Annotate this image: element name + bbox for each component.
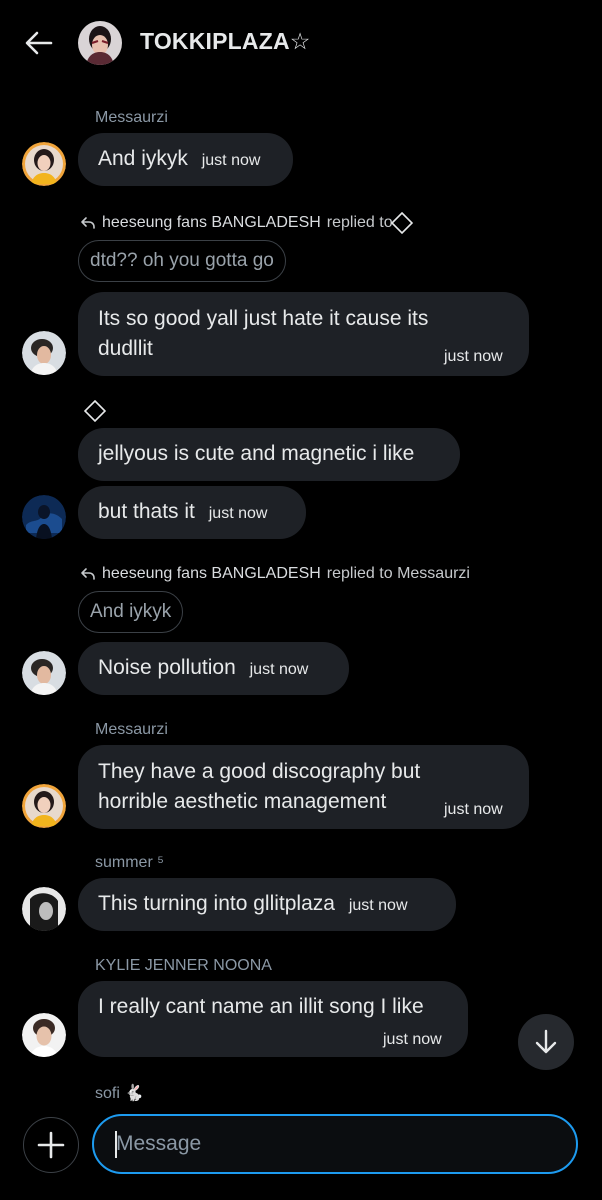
arrow-down-icon xyxy=(535,1029,557,1054)
message-time: just now xyxy=(444,348,503,365)
message-text: Noise pollution xyxy=(98,656,236,679)
chat-title[interactable]: TOKKIPLAZA☆ xyxy=(140,28,311,55)
reply-header: heeseung fans BANGLADESH replied to xyxy=(80,212,413,234)
scroll-to-bottom-button[interactable] xyxy=(518,1014,574,1070)
message-text: This turning into gllitplaza xyxy=(98,892,335,915)
reply-icon xyxy=(81,568,95,580)
diamond-icon xyxy=(390,212,413,234)
group-avatar[interactable] xyxy=(78,21,122,65)
sender-name: KYLIE JENNER NOONA xyxy=(95,957,272,974)
message-text: I really cant name an illit song I like xyxy=(98,995,424,1018)
reply-author: heeseung fans BANGLADESH xyxy=(102,214,321,231)
message-text: jellyous is cute and magnetic i like xyxy=(98,442,415,465)
sender-name: summer ⁵ xyxy=(95,854,164,871)
arrow-left-icon xyxy=(25,31,53,55)
message-bubble[interactable]: jellyous is cute and magnetic i like xyxy=(78,428,460,481)
message-text: but thats it xyxy=(98,500,195,523)
plus-icon xyxy=(37,1131,65,1159)
message-time: just now xyxy=(383,1031,442,1048)
sender-name: sofi 🐇 xyxy=(95,1085,145,1102)
message-time: just now xyxy=(201,152,261,169)
message-bubble[interactable]: but thats it just now xyxy=(78,486,306,539)
avatar[interactable] xyxy=(22,331,66,375)
back-button[interactable] xyxy=(22,26,56,60)
reply-icon xyxy=(81,217,95,229)
avatar[interactable] xyxy=(22,495,66,539)
message-time: just now xyxy=(249,661,309,678)
reply-label: replied to xyxy=(326,214,393,231)
text-caret xyxy=(115,1131,117,1158)
quoted-message[interactable]: And iykyk xyxy=(78,591,184,633)
message-bubble[interactable]: This turning into gllitplaza just now xyxy=(78,878,456,931)
message-bubble[interactable]: Its so good yall just hate it cause its … xyxy=(78,292,529,376)
quoted-message[interactable]: dtd?? oh you gotta go xyxy=(78,240,286,282)
message-text: And iykyk xyxy=(98,147,188,170)
message-input[interactable] xyxy=(92,1114,578,1174)
message-bubble[interactable]: And iykyk just now xyxy=(78,133,293,186)
message-time: just now xyxy=(208,505,268,522)
message-bubble[interactable]: I really cant name an illit song I like … xyxy=(78,981,468,1057)
message-time: just now xyxy=(444,801,503,818)
message-text-line: They have a good discography but xyxy=(98,760,421,783)
avatar[interactable] xyxy=(22,887,66,931)
message-bubble[interactable]: Noise pollution just now xyxy=(78,642,349,695)
avatar[interactable] xyxy=(22,651,66,695)
add-attachment-button[interactable] xyxy=(23,1117,79,1173)
message-time: just now xyxy=(348,897,408,914)
sender-name: Messaurzi xyxy=(95,109,168,126)
reply-label: replied to Messaurzi xyxy=(326,565,470,582)
message-text-line: Its so good yall just hate it cause its xyxy=(98,307,429,330)
reply-header: heeseung fans BANGLADESH replied to Mess… xyxy=(80,565,470,583)
avatar[interactable] xyxy=(22,142,66,186)
message-bubble[interactable]: They have a good discography but horribl… xyxy=(78,745,529,829)
diamond-icon xyxy=(84,400,106,422)
reply-author: heeseung fans BANGLADESH xyxy=(102,565,321,582)
sender-name: Messaurzi xyxy=(95,721,168,738)
avatar[interactable] xyxy=(22,784,66,828)
avatar[interactable] xyxy=(22,1013,66,1057)
